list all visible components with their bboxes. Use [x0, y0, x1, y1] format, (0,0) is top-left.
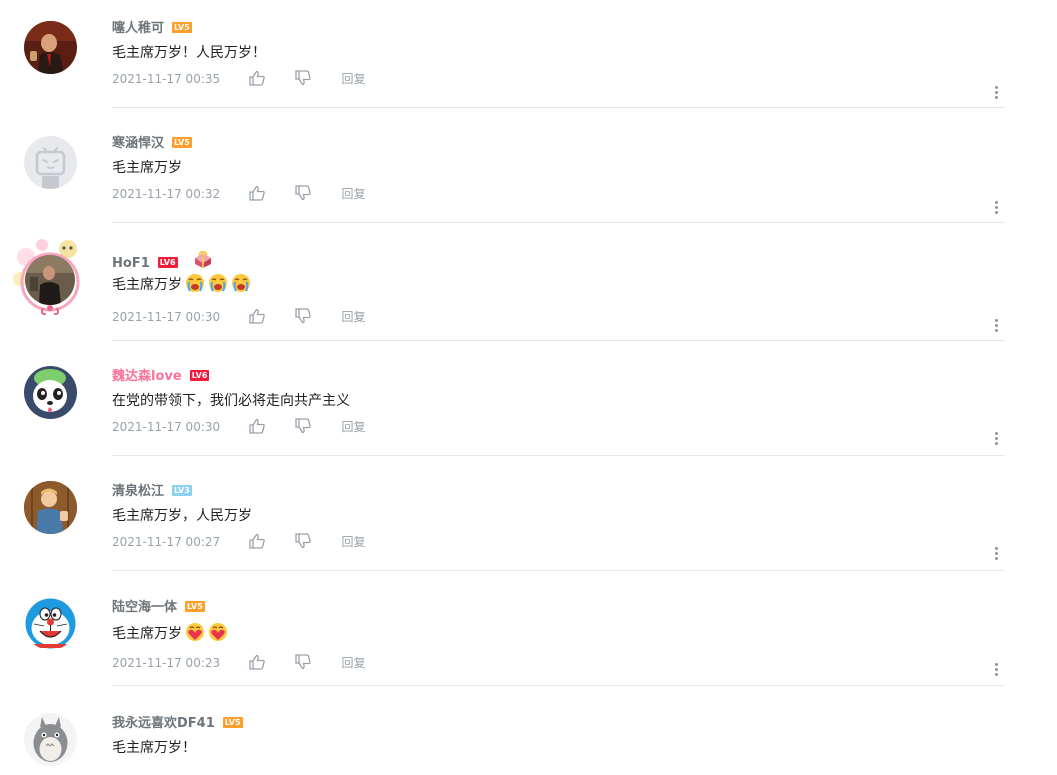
crying-emoji-icon: [208, 273, 228, 293]
crying-emoji-icon: [185, 273, 205, 293]
comment-text-content: 毛主席万岁: [112, 626, 182, 642]
heart-face-emoji-icon: [208, 622, 228, 642]
comment-text-content: 毛主席万岁: [112, 160, 182, 176]
like-icon[interactable]: [248, 532, 266, 550]
avatar[interactable]: [24, 713, 77, 766]
divider: [112, 340, 1005, 341]
heart-face-emoji-icon: [185, 622, 205, 642]
username[interactable]: 清泉松江 LV3: [112, 484, 192, 500]
divider: [112, 455, 1005, 456]
divider: [112, 685, 1005, 686]
username-text[interactable]: 陆空海一体: [112, 600, 177, 615]
dislike-icon[interactable]: [294, 417, 312, 435]
timestamp: 2021-11-17 00:27: [112, 535, 221, 549]
more-options-icon[interactable]: [990, 430, 1002, 448]
timestamp: 2021-11-17 00:32: [112, 187, 221, 201]
comment-info: 2021-11-17 00:35 回复: [112, 69, 366, 89]
username[interactable]: 魏达森love LV6: [112, 369, 210, 385]
comment-text: 毛主席万岁: [112, 623, 228, 645]
crying-emoji-icon: [231, 273, 251, 293]
dislike-icon[interactable]: [294, 307, 312, 325]
divider: [112, 222, 1005, 223]
comment-text-content: 毛主席万岁！人民万岁！: [112, 45, 266, 61]
username-text[interactable]: HoF1: [112, 256, 150, 271]
username-text[interactable]: 清泉松江: [112, 484, 164, 499]
comment-text: 毛主席万岁！人民万岁！: [112, 42, 266, 64]
dislike-icon[interactable]: [294, 532, 312, 550]
comment-text: 毛主席万岁！: [112, 737, 196, 759]
more-options-icon[interactable]: [990, 199, 1002, 217]
level-badge: LV5: [172, 22, 192, 33]
avatar[interactable]: [24, 597, 77, 650]
divider: [112, 107, 1005, 108]
more-options-icon[interactable]: [990, 317, 1002, 335]
avatar[interactable]: [24, 21, 77, 74]
username-text[interactable]: 噻人稚可: [112, 21, 164, 36]
username-text[interactable]: 寒涵悍汉: [112, 136, 164, 151]
reply-button[interactable]: 回复: [341, 307, 365, 327]
reply-button[interactable]: 回复: [341, 653, 365, 673]
avatar[interactable]: [24, 366, 77, 419]
level-badge: LV5: [185, 601, 205, 612]
avatar[interactable]: [25, 255, 75, 305]
comment-text-content: 毛主席万岁，人民万岁: [112, 508, 252, 524]
like-icon[interactable]: [248, 417, 266, 435]
dislike-icon[interactable]: [294, 653, 312, 671]
level-badge: LV6: [157, 257, 178, 268]
reply-button[interactable]: 回复: [341, 417, 365, 437]
timestamp: 2021-11-17 00:23: [112, 656, 221, 670]
username[interactable]: 寒涵悍汉 LV5: [112, 136, 192, 152]
comment-text: 毛主席万岁: [112, 274, 251, 296]
username-text[interactable]: 魏达森love: [112, 369, 182, 384]
username[interactable]: 噻人稚可 LV5: [112, 21, 192, 37]
comment-text: 毛主席万岁: [112, 157, 182, 179]
more-options-icon[interactable]: [990, 661, 1002, 679]
comment-text-content: 毛主席万岁！: [112, 740, 196, 756]
avatar[interactable]: [24, 481, 77, 534]
comment-info: 2021-11-17 00:32 回复: [112, 184, 366, 204]
comment-info: 2021-11-17 00:30 回复: [112, 307, 366, 327]
timestamp: 2021-11-17 00:30: [112, 420, 221, 434]
avatar[interactable]: [24, 136, 77, 189]
level-badge: LV3: [172, 485, 192, 496]
comment-text-content: 在党的带领下，我们必将走向共产主义: [112, 393, 350, 409]
comment-text: 在党的带领下，我们必将走向共产主义: [112, 390, 350, 412]
like-icon[interactable]: [248, 653, 266, 671]
like-icon[interactable]: [248, 69, 266, 87]
reply-button[interactable]: 回复: [341, 532, 365, 552]
reply-button[interactable]: 回复: [341, 69, 365, 89]
dislike-icon[interactable]: [294, 69, 312, 87]
level-badge: LV5: [222, 717, 243, 728]
username[interactable]: 陆空海一体 LV5: [112, 600, 205, 616]
like-icon[interactable]: [248, 184, 266, 202]
timestamp: 2021-11-17 00:35: [112, 72, 221, 86]
timestamp: 2021-11-17 00:30: [112, 310, 221, 324]
more-options-icon[interactable]: [990, 84, 1002, 102]
comment-text-content: 毛主席万岁: [112, 277, 182, 293]
dislike-icon[interactable]: [294, 184, 312, 202]
username-text[interactable]: 我永远喜欢DF41: [112, 716, 215, 731]
level-badge: LV5: [172, 137, 192, 148]
divider: [112, 570, 1005, 571]
comment-text: 毛主席万岁，人民万岁: [112, 505, 252, 527]
level-badge: LV6: [189, 370, 210, 381]
like-icon[interactable]: [248, 307, 266, 325]
more-options-icon[interactable]: [990, 545, 1002, 563]
comment-info: 2021-11-17 00:27 回复: [112, 532, 366, 552]
gift-badge-icon: [192, 249, 214, 274]
username[interactable]: 我永远喜欢DF41 LV5: [112, 716, 243, 732]
comment-info: 2021-11-17 00:23 回复: [112, 653, 366, 673]
comment-info: 2021-11-17 00:30 回复: [112, 417, 366, 437]
comment-list: 噻人稚可 LV5 毛主席万岁！人民万岁！ 2021-11-17 00:35 回复: [0, 0, 1057, 775]
reply-button[interactable]: 回复: [341, 184, 365, 204]
